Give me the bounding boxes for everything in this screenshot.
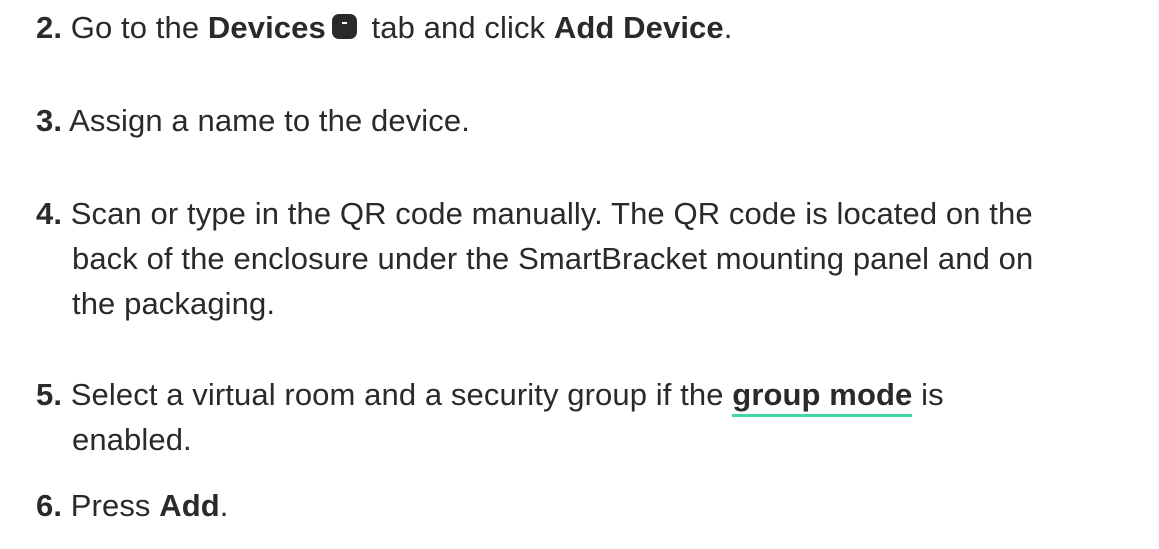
step-text: is	[912, 377, 944, 412]
step-text: back of the enclosure under the SmartBra…	[72, 241, 1034, 276]
step-4: 4. Scan or type in the QR code manually.…	[36, 191, 1146, 326]
step-text: tab and click	[362, 10, 554, 45]
step-5: 5. Select a virtual room and a security …	[36, 372, 1146, 462]
group-mode-link[interactable]: group mode	[732, 377, 913, 417]
step-text: Press	[62, 488, 160, 523]
step-text: Scan or type in the QR code manually. Th…	[62, 196, 1033, 231]
step-3: 3. Assign a name to the device.	[36, 98, 1146, 143]
step-number: 4.	[36, 196, 63, 231]
add-label: Add	[159, 488, 220, 523]
step-text: Assign a name to the device.	[62, 103, 470, 138]
step-text: the packaging.	[72, 286, 276, 321]
step-text: enabled.	[72, 422, 192, 457]
step-number: 2.	[36, 10, 63, 45]
step-number: 5.	[36, 377, 63, 412]
step-number: 3.	[36, 103, 63, 138]
step-text: Go to the	[62, 10, 208, 45]
step-text: .	[219, 488, 229, 523]
step-number: 6.	[36, 488, 63, 523]
devices-tab-label: Devices	[207, 10, 326, 45]
step-2: 2. Go to the Devices tab and click Add D…	[36, 5, 1146, 50]
add-device-label: Add Device	[553, 10, 724, 45]
step-6: 6. Press Add.	[36, 483, 1146, 528]
devices-tab-icon	[331, 14, 357, 39]
step-text: Select a virtual room and a security gro…	[62, 377, 733, 412]
step-text: .	[723, 10, 733, 45]
